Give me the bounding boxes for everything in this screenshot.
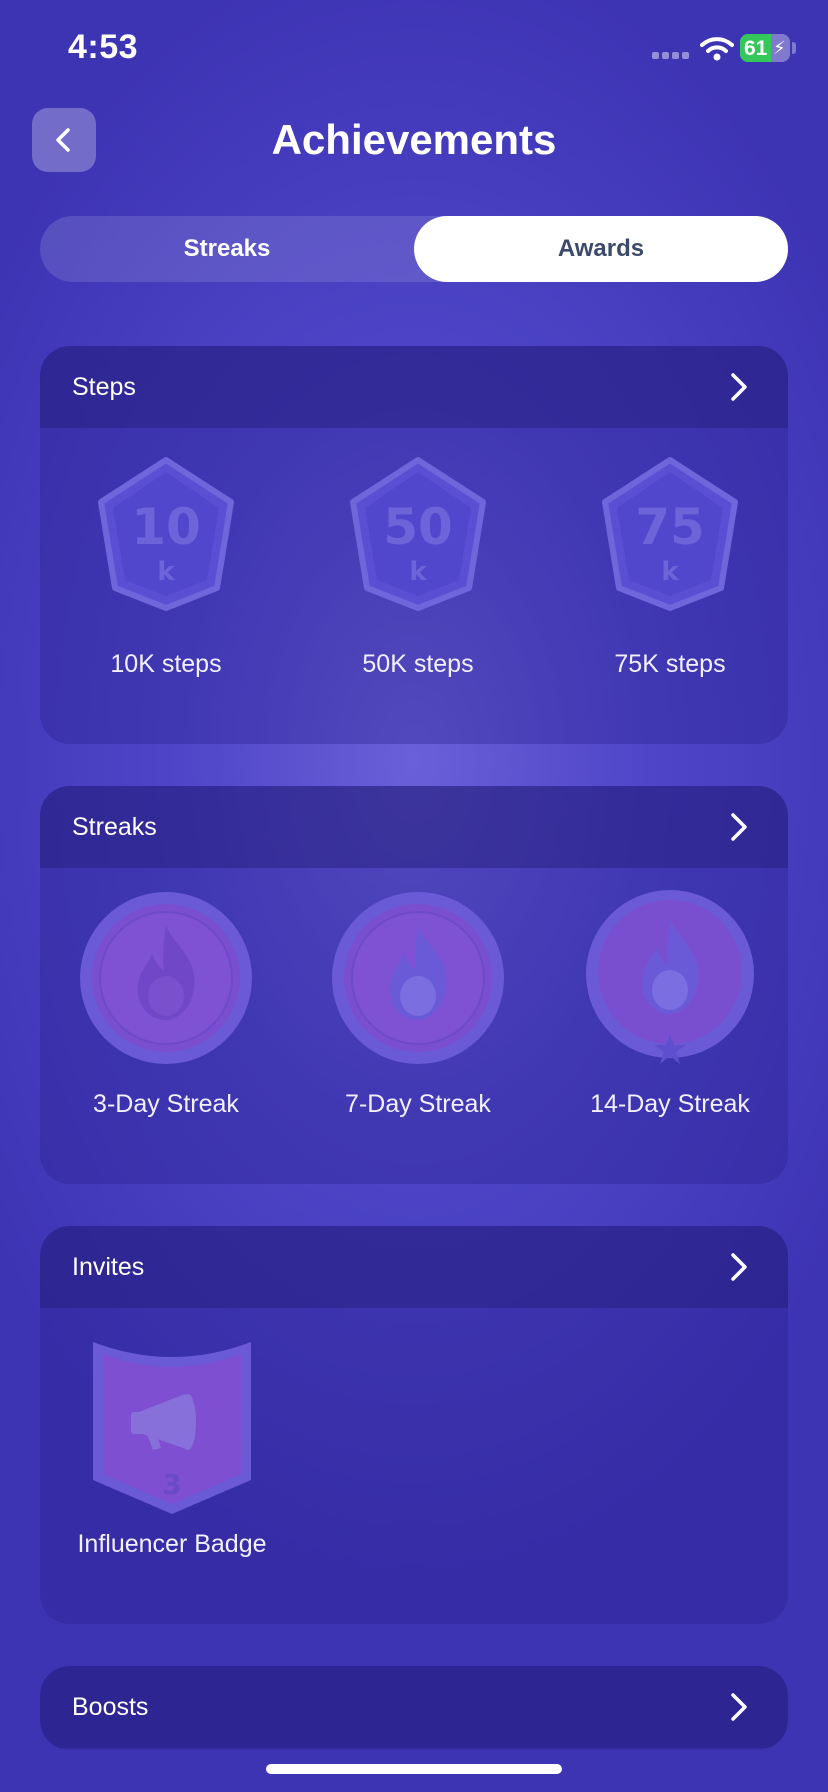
boosts-card-header[interactable]: Boosts — [40, 1666, 788, 1748]
wifi-icon — [700, 37, 734, 61]
charging-bolt-icon: ⚡ — [773, 38, 786, 58]
hexagon-badge-icon: 50 k — [350, 457, 486, 611]
hexagon-badge-icon: 75 k — [602, 457, 738, 611]
flame-medal-icon — [80, 892, 252, 1064]
badge-unit: k — [661, 557, 679, 587]
award-label: 14-Day Streak — [590, 1090, 750, 1118]
battery-icon: 61 ⚡ — [740, 34, 790, 62]
status-time: 4:53 — [68, 28, 139, 66]
chevron-right-icon — [731, 1253, 747, 1281]
badge-number: 50 — [383, 498, 453, 556]
battery-nub — [792, 42, 796, 54]
chevron-right-icon — [731, 813, 747, 841]
invites-card: Invites 3 Influencer Badge — [40, 1226, 788, 1624]
award-label: 75K steps — [614, 650, 726, 678]
chevron-right-icon — [731, 1693, 747, 1721]
shield-megaphone-badge-icon: 3 — [93, 1342, 251, 1514]
streaks-card-header[interactable]: Streaks — [40, 786, 788, 868]
status-bar: 4:53 61 ⚡ — [0, 0, 828, 100]
streaks-title: Streaks — [72, 813, 157, 841]
tab-awards[interactable]: Awards — [414, 216, 788, 282]
badge-number: 3 — [162, 1468, 181, 1501]
home-indicator[interactable] — [266, 1764, 562, 1774]
award-label: 3-Day Streak — [93, 1090, 239, 1118]
invites-card-header[interactable]: Invites — [40, 1226, 788, 1308]
page-title: Achievements — [271, 116, 557, 163]
chevron-right-icon — [731, 373, 747, 401]
invites-title: Invites — [72, 1253, 145, 1281]
flame-star-medal-icon — [586, 890, 754, 1064]
award-label: 50K steps — [362, 650, 474, 678]
award-label: Influencer Badge — [77, 1530, 267, 1558]
boosts-title: Boosts — [72, 1693, 149, 1721]
badge-unit: k — [157, 557, 175, 587]
battery-percent: 61 — [744, 37, 768, 60]
cellular-signal-icon — [652, 52, 690, 62]
steps-title: Steps — [72, 373, 136, 401]
steps-card-header[interactable]: Steps — [40, 346, 788, 428]
steps-card: Steps 10 k 10K steps 50 k 50K steps 75 k… — [40, 346, 788, 744]
flame-medal-icon — [332, 892, 504, 1064]
badge-number: 75 — [635, 498, 705, 556]
hexagon-badge-icon: 10 k — [98, 457, 234, 611]
award-label: 10K steps — [110, 650, 222, 678]
award-label: 7-Day Streak — [345, 1090, 491, 1118]
streaks-card: Streaks 3-Day Streak 7-Day Streak 14-Day… — [40, 786, 788, 1184]
boosts-card: Boosts — [40, 1666, 788, 1750]
badge-unit: k — [409, 557, 427, 587]
tab-streaks[interactable]: Streaks — [40, 216, 414, 282]
segmented-control: Streaks Awards — [40, 216, 788, 282]
badge-number: 10 — [131, 498, 201, 556]
